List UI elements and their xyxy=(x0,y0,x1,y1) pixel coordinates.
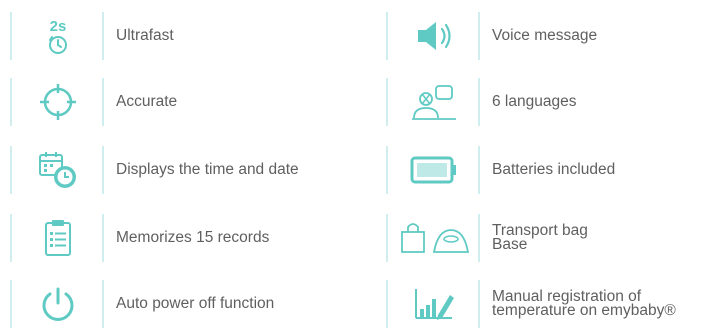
divider xyxy=(478,146,480,194)
divider xyxy=(102,78,104,126)
divider xyxy=(478,12,480,60)
feature-label: Manual registration of temperature on em… xyxy=(492,288,676,319)
divider xyxy=(10,280,12,328)
feature-label: Accurate xyxy=(116,93,178,110)
divider xyxy=(102,280,104,328)
divider xyxy=(386,146,388,194)
voice-speaker-icon xyxy=(398,12,470,60)
clipboard-list-icon xyxy=(22,214,94,262)
timer-label: 2s xyxy=(50,18,67,35)
bag-and-base-icon xyxy=(398,214,470,262)
divider xyxy=(10,12,12,60)
timer-2s-icon: 2s xyxy=(22,12,94,60)
feature-label: Batteries included xyxy=(492,161,616,178)
feature-label: Memorizes 15 records xyxy=(116,229,270,246)
feature-label: 6 languages xyxy=(492,93,577,110)
battery-icon xyxy=(398,146,470,194)
chart-pencil-icon xyxy=(398,280,470,328)
power-icon xyxy=(22,280,94,328)
divider xyxy=(386,78,388,126)
feature-label: Displays the time and date xyxy=(116,161,299,178)
divider xyxy=(478,78,480,126)
divider xyxy=(10,78,12,126)
divider xyxy=(386,214,388,262)
divider xyxy=(386,280,388,328)
divider xyxy=(102,12,104,60)
divider xyxy=(102,214,104,262)
divider xyxy=(386,12,388,60)
crosshair-icon xyxy=(22,78,94,126)
feature-label: Auto power off function xyxy=(116,295,275,312)
divider xyxy=(478,280,480,328)
feature-label: Voice message xyxy=(492,27,598,44)
feature-label: Transport bag Base xyxy=(492,222,588,253)
divider xyxy=(10,214,12,262)
divider xyxy=(102,146,104,194)
divider xyxy=(478,214,480,262)
calendar-clock-icon xyxy=(22,146,94,194)
feature-label: Ultrafast xyxy=(116,27,174,44)
languages-people-icon xyxy=(398,78,470,126)
divider xyxy=(10,146,12,194)
